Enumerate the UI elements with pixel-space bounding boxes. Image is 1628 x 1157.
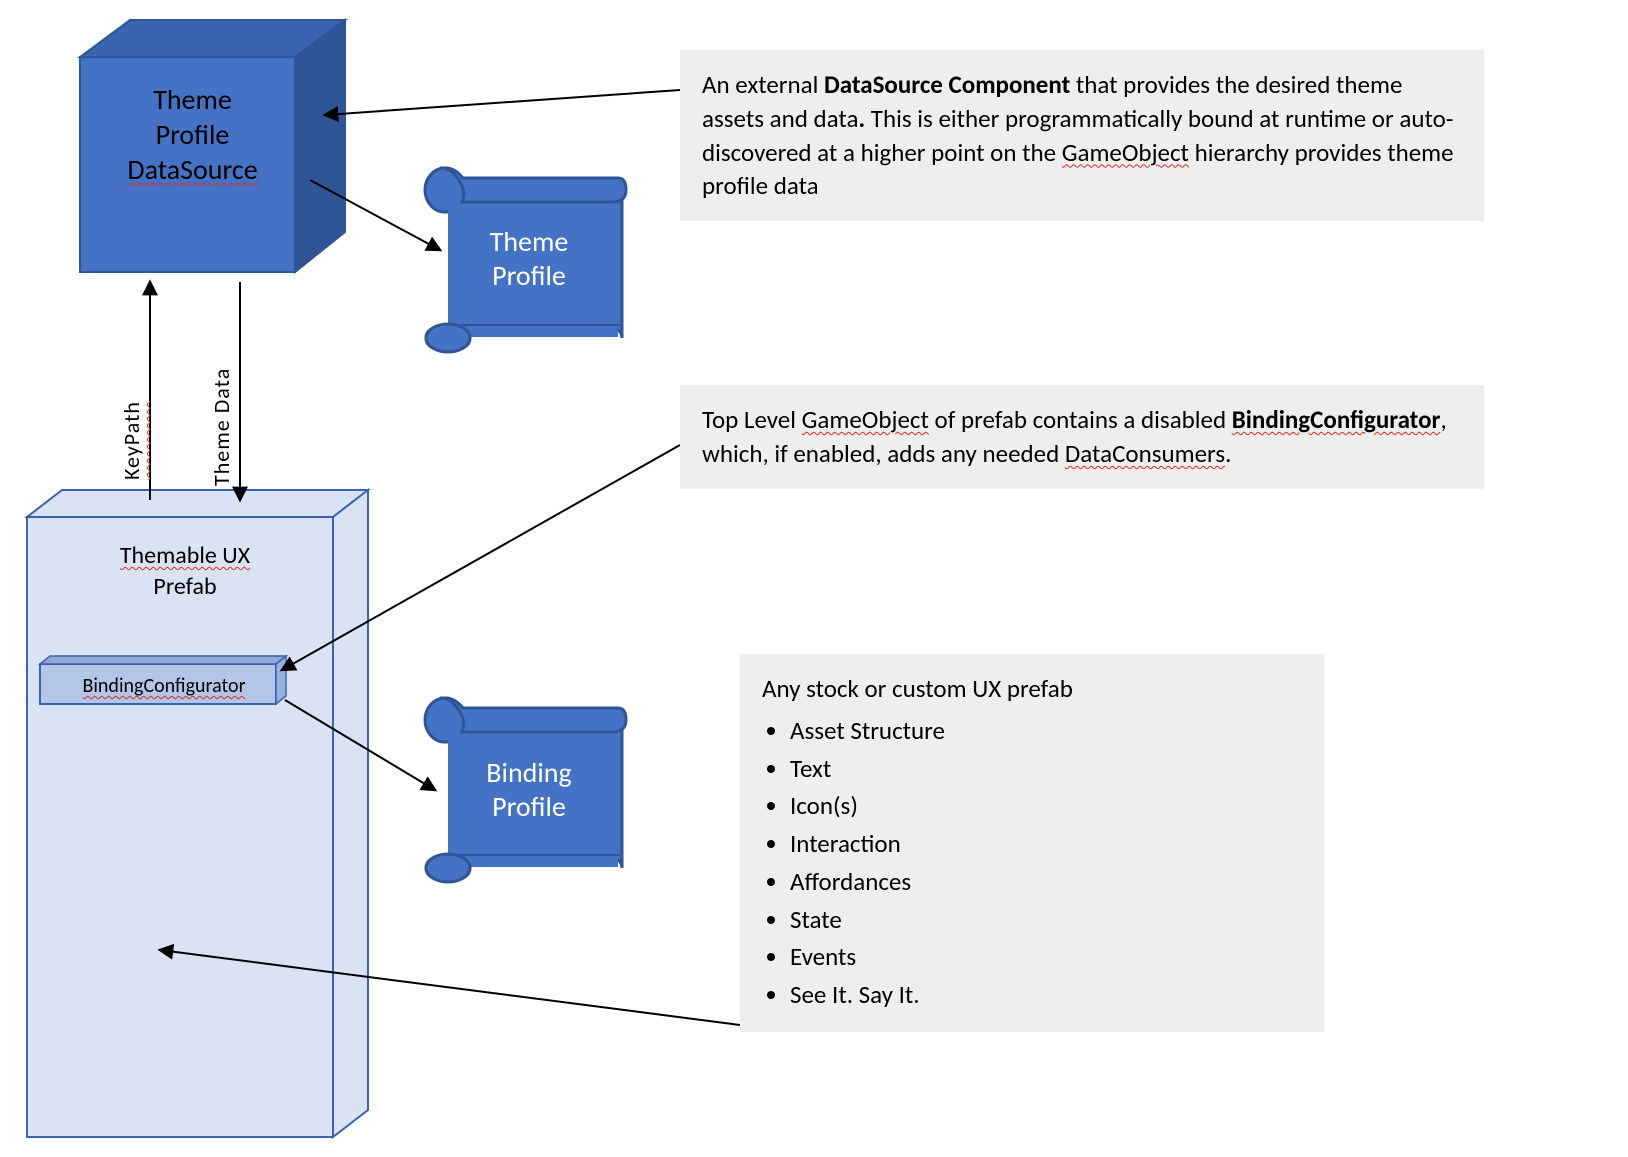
c2-dc: DataConsumers: [1065, 438, 1225, 469]
c1-go: GameObject: [1062, 137, 1189, 168]
cube-label: Theme Profile DataSource: [95, 82, 290, 187]
c3-item: Icon(s): [790, 787, 1302, 825]
callout-datasource: An external DataSource Component that pr…: [680, 50, 1484, 221]
c2-pre: Top Level: [702, 404, 802, 435]
box-label-line1: Themable UX: [120, 541, 250, 570]
bar-label: BindingConfigurator: [46, 674, 282, 698]
scroll1-line2: Profile: [492, 258, 566, 293]
callout-bindingconfigurator: Top Level GameObject of prefab contains …: [680, 385, 1484, 489]
box-label: Themable UX Prefab: [85, 540, 285, 602]
c3-item: Affordances: [790, 863, 1302, 901]
cube-label-line1: Theme: [153, 82, 232, 117]
cube-label-line2: Profile: [156, 117, 230, 152]
c2-bold: BindingConfigurator: [1232, 404, 1441, 435]
c1-text-pre: An external: [702, 69, 824, 100]
bar-label-text: BindingConfigurator: [82, 674, 245, 698]
arrow-callout1-to-cube: [325, 90, 680, 115]
scroll2-line1: Binding: [486, 755, 571, 790]
scroll1-label: Theme Profile: [454, 225, 604, 292]
edge-label-keypath: KeyPath: [118, 310, 145, 480]
scroll1-line1: Theme: [490, 224, 569, 259]
callout-prefab-contents: Any stock or custom UX prefab Asset Stru…: [740, 654, 1324, 1032]
c1-bold: DataSource Component: [824, 69, 1070, 100]
c3-item: See It. Say It.: [790, 976, 1302, 1014]
c3-list: Asset Structure Text Icon(s) Interaction…: [790, 712, 1302, 1014]
c3-item: Asset Structure: [790, 712, 1302, 750]
box-label-line2: Prefab: [153, 572, 216, 601]
scroll2-label: Binding Profile: [454, 756, 604, 823]
c2-mid-a: of prefab contains a disabled: [929, 404, 1232, 435]
c3-item: Interaction: [790, 825, 1302, 863]
edge-label-themedata: Theme Data: [208, 306, 235, 486]
c3-title: Any stock or custom UX prefab: [762, 673, 1073, 704]
scroll2-line2: Profile: [492, 789, 566, 824]
c2-end: .: [1225, 438, 1231, 469]
c3-item: Text: [790, 750, 1302, 788]
c2-go: GameObject: [802, 404, 929, 435]
c3-item: State: [790, 901, 1302, 939]
c3-item: Events: [790, 938, 1302, 976]
cube-label-line3: DataSource: [127, 152, 257, 187]
